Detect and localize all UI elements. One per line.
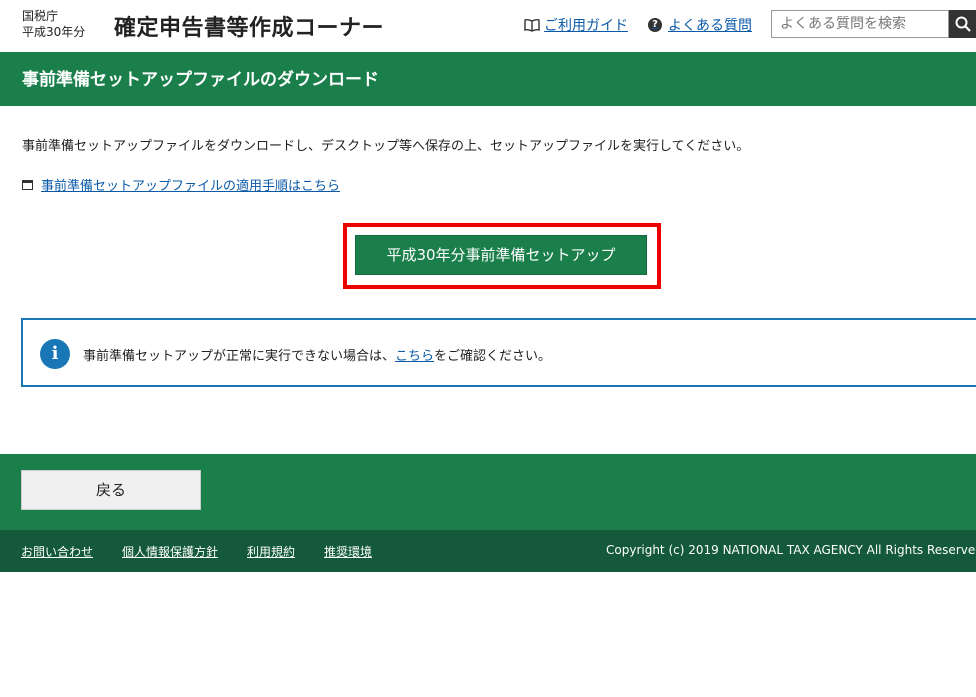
faq-label: よくある質問: [668, 18, 752, 34]
search-icon: [955, 16, 971, 32]
footer-link-privacy[interactable]: 個人情報保護方針: [122, 543, 218, 560]
page-title: 事前準備セットアップファイルのダウンロード: [22, 70, 379, 90]
question-icon: ?: [648, 18, 662, 32]
window-icon: [22, 179, 33, 190]
guide-link[interactable]: ご利用ガイド: [524, 15, 628, 35]
footer-actions: 戻る: [0, 454, 976, 530]
search-button[interactable]: [949, 10, 976, 38]
footer-link-terms[interactable]: 利用規約: [247, 543, 295, 560]
info-text-before: 事前準備セットアップが正常に実行できない場合は、: [83, 349, 396, 364]
procedure-link-label: 事前準備セットアップファイルの適用手順はこちら: [41, 179, 341, 194]
tax-year: 平成30年分: [22, 25, 86, 39]
book-icon: [524, 18, 540, 32]
footer-bar: お問い合わせ 個人情報保護方針 利用規約 推奨環境 Copyright (c) …: [0, 530, 976, 572]
search-input[interactable]: [771, 10, 949, 38]
back-button[interactable]: 戻る: [21, 470, 201, 510]
info-text-after: をご確認ください。: [434, 349, 552, 364]
procedure-link[interactable]: 事前準備セットアップファイルの適用手順はこちら: [22, 175, 340, 194]
guide-label: ご利用ガイド: [544, 18, 628, 34]
info-notice: i 事前準備セットアップが正常に実行できない場合は、こちらをご確認ください。: [21, 318, 976, 387]
agency-label: 国税庁 平成30年分: [22, 8, 85, 40]
site-title: 確定申告書等作成コーナー: [114, 16, 385, 41]
site-header: 国税庁 平成30年分 確定申告書等作成コーナー ご利用ガイド ? よくある質問: [0, 0, 976, 52]
page-title-banner: 事前準備セットアップファイルのダウンロード: [0, 52, 976, 106]
footer-link-contact[interactable]: お問い合わせ: [21, 543, 93, 560]
copyright: Copyright (c) 2019 NATIONAL TAX AGENCY A…: [606, 543, 976, 557]
faq-link[interactable]: ? よくある質問: [648, 15, 752, 35]
instruction-text: 事前準備セットアップファイルをダウンロードし、デスクトップ等へ保存の上、セットア…: [22, 139, 750, 154]
footer-link-environment[interactable]: 推奨環境: [324, 543, 372, 560]
agency-name: 国税庁: [22, 9, 59, 23]
info-text: 事前準備セットアップが正常に実行できない場合は、こちらをご確認ください。: [83, 345, 551, 364]
info-icon: i: [40, 339, 70, 369]
setup-download-button[interactable]: 平成30年分事前準備セットアップ: [355, 235, 647, 275]
info-help-link[interactable]: こちら: [395, 349, 434, 364]
